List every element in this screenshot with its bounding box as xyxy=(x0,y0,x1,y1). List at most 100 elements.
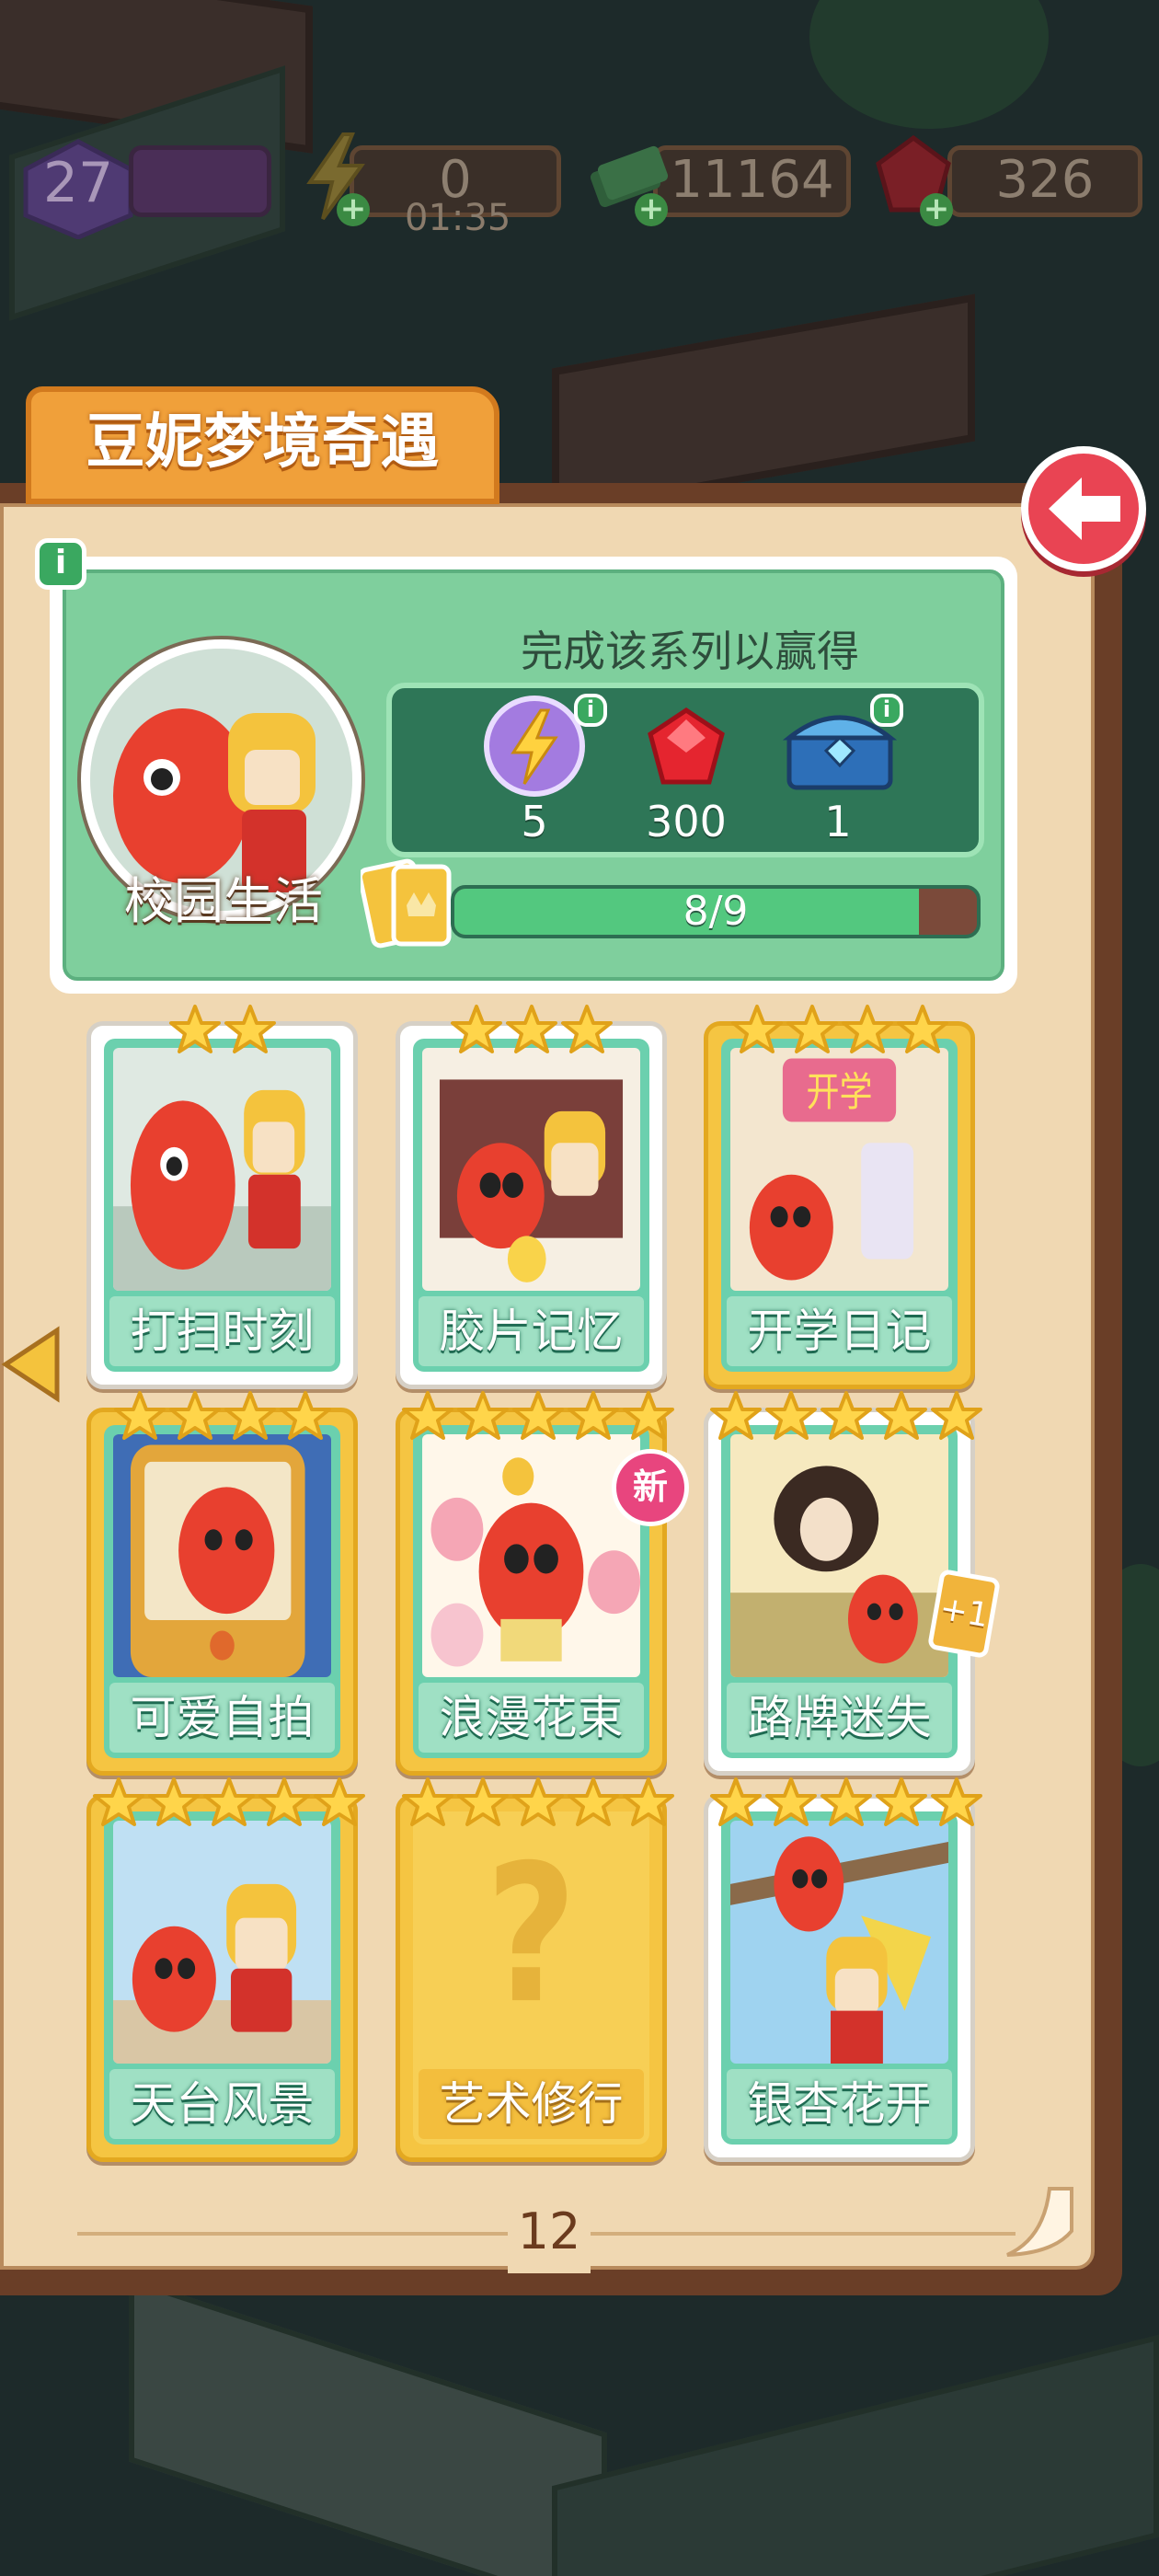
ruby-icon xyxy=(648,707,725,785)
card-stars xyxy=(400,1004,662,1059)
card-illustration xyxy=(422,1048,640,1291)
level-number: 27 xyxy=(42,151,114,215)
star-icon xyxy=(401,1777,454,1830)
star-icon xyxy=(622,1777,675,1830)
star-icon xyxy=(450,1004,503,1057)
star-icon xyxy=(709,1390,763,1443)
star-icon xyxy=(511,1777,565,1830)
card-title: 路牌迷失 xyxy=(727,1683,952,1753)
star-icon xyxy=(896,1004,949,1057)
star-icon xyxy=(820,1777,873,1830)
star-icon xyxy=(730,1004,784,1057)
series-name: 校园生活 xyxy=(124,872,323,930)
energy-timer: 01:35 xyxy=(405,197,511,239)
page-curl-icon xyxy=(1006,2187,1073,2257)
star-icon xyxy=(567,1390,620,1443)
collection-card[interactable]: 银杏花开 xyxy=(704,1777,982,2162)
star-icon xyxy=(930,1777,983,1830)
resource-bar: 27 0 + 01:35 11164 + 326 + xyxy=(0,129,1159,239)
xp-bar xyxy=(129,145,271,217)
collection-card[interactable]: 路牌迷失 +1 xyxy=(704,1391,1002,1776)
card-frame: 可爱自拍 xyxy=(104,1425,340,1758)
card-stars xyxy=(91,1390,353,1445)
card-title: 开学日记 xyxy=(727,1296,952,1366)
card-illustration xyxy=(113,1434,331,1677)
star-icon xyxy=(224,1004,277,1057)
card-stars xyxy=(91,1004,353,1059)
card-frame: 路牌迷失 xyxy=(721,1425,958,1758)
reward-chest-qty: 1 xyxy=(824,797,852,846)
reward-gems[interactable]: 300 xyxy=(617,688,755,854)
collection-card[interactable]: 可爱自拍 xyxy=(86,1391,358,1776)
card-stack-icon xyxy=(361,858,452,949)
card-title: 银杏花开 xyxy=(727,2069,952,2139)
card-title: 打扫时刻 xyxy=(109,1296,335,1366)
series-progress-bar: 8/9 xyxy=(451,885,981,938)
star-icon xyxy=(841,1004,894,1057)
card-illustration xyxy=(730,1434,948,1677)
card-frame: ? 艺术修行 xyxy=(413,1811,649,2145)
card-stars xyxy=(400,1777,674,1832)
energy-orb-icon xyxy=(484,696,585,797)
card-stars xyxy=(708,1777,982,1832)
star-icon xyxy=(875,1777,928,1830)
back-arrow-icon xyxy=(1049,477,1120,540)
level-badge[interactable]: 27 xyxy=(18,138,138,239)
card-stars xyxy=(708,1004,970,1059)
reward-energy-qty: 5 xyxy=(521,797,548,846)
star-icon xyxy=(224,1390,277,1443)
star-icon xyxy=(258,1777,311,1830)
info-button[interactable]: i xyxy=(35,538,86,590)
card-illustration xyxy=(730,1821,948,2064)
reward-box: 5 i 300 1 i xyxy=(386,683,984,857)
star-icon xyxy=(456,1777,510,1830)
card-title: 天台风景 xyxy=(109,2069,335,2139)
reward-energy-info-icon[interactable]: i xyxy=(574,694,607,727)
star-icon xyxy=(875,1390,928,1443)
reward-gems-qty: 300 xyxy=(646,797,727,846)
card-frame: 打扫时刻 xyxy=(104,1039,340,1372)
add-energy-button[interactable]: + xyxy=(337,193,370,226)
star-icon xyxy=(147,1777,201,1830)
reward-title: 完成该系列以赢得 xyxy=(521,627,859,676)
card-frame: 银杏花开 xyxy=(721,1811,958,2145)
star-icon xyxy=(786,1004,839,1057)
star-icon xyxy=(168,1390,222,1443)
collection-card[interactable]: ? 艺术修行 xyxy=(396,1777,674,2162)
collection-card[interactable]: 天台风景 xyxy=(86,1777,365,2162)
collection-card[interactable]: 开学 开学日记 xyxy=(704,1005,975,1389)
new-badge: 新 xyxy=(612,1449,689,1526)
star-icon xyxy=(764,1390,818,1443)
card-title: 可爱自拍 xyxy=(109,1683,335,1753)
card-title: 艺术修行 xyxy=(419,2069,644,2139)
card-frame: 天台风景 xyxy=(104,1811,340,2145)
collection-card[interactable]: 胶片记忆 xyxy=(396,1005,667,1389)
add-cash-button[interactable]: + xyxy=(635,193,668,226)
svg-text:开学: 开学 xyxy=(806,1070,872,1116)
add-gems-button[interactable]: + xyxy=(920,193,953,226)
star-icon xyxy=(279,1390,332,1443)
page-number: 12 xyxy=(508,2191,591,2273)
card-title: 胶片记忆 xyxy=(419,1296,644,1366)
card-illustration xyxy=(422,1434,640,1677)
card-stars xyxy=(708,1390,982,1445)
previous-page-arrow-icon[interactable] xyxy=(0,1325,64,1404)
cash-value: 11164 xyxy=(670,150,834,210)
star-icon xyxy=(567,1777,620,1830)
cash-counter: 11164 xyxy=(653,145,851,217)
star-icon xyxy=(202,1777,256,1830)
star-icon xyxy=(313,1777,366,1830)
back-button[interactable] xyxy=(1021,446,1146,571)
svg-text:?: ? xyxy=(486,1823,577,2045)
star-icon xyxy=(113,1390,166,1443)
reward-chest-info-icon[interactable]: i xyxy=(870,694,903,727)
star-icon xyxy=(168,1004,222,1057)
collection-card[interactable]: 浪漫花束 新 xyxy=(396,1391,689,1776)
star-icon xyxy=(511,1390,565,1443)
collection-card[interactable]: 打扫时刻 xyxy=(86,1005,358,1389)
card-title: 浪漫花束 xyxy=(419,1683,644,1753)
card-illustration xyxy=(113,1821,331,2064)
star-icon xyxy=(560,1004,614,1057)
star-icon xyxy=(930,1390,983,1443)
star-icon xyxy=(622,1390,675,1443)
